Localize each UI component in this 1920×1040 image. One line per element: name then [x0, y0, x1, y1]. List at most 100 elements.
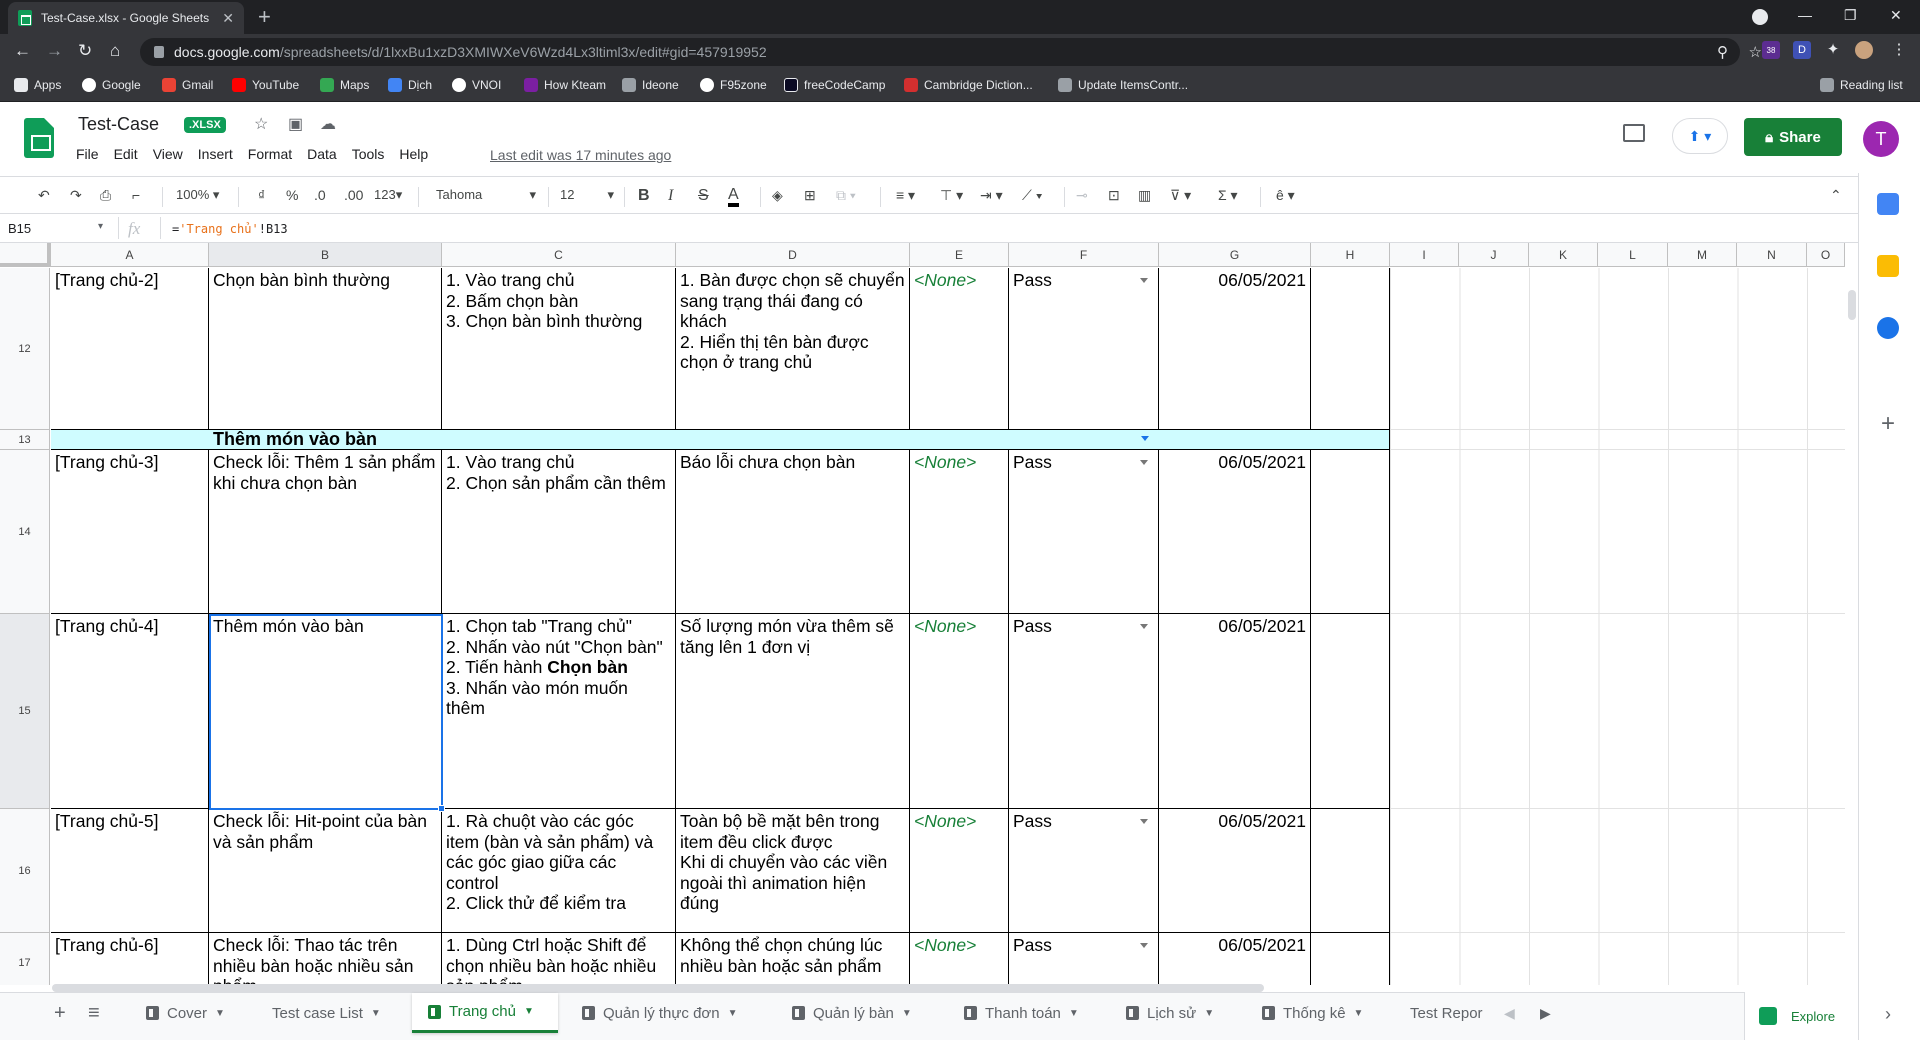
filter-icon[interactable]: ⊽ ▾ [1170, 187, 1191, 204]
new-tab-icon[interactable]: + [258, 4, 271, 30]
row-header-17[interactable]: 17 [0, 933, 50, 985]
extension-badge-icon[interactable]: 38 [1762, 41, 1780, 59]
cell-a14[interactable]: [Trang chủ-3] [51, 450, 209, 614]
cell-g14[interactable]: 06/05/2021 [1159, 450, 1311, 614]
column-header-e[interactable]: E [910, 243, 1009, 267]
menu-file[interactable]: File [76, 146, 99, 162]
bookmark-freecodecamp[interactable]: freeCodeCamp [784, 78, 885, 92]
cell-d15[interactable]: Số lượng món vừa thêm sẽ tăng lên 1 đơn … [676, 614, 910, 809]
all-sheets-icon[interactable]: ≡ [88, 1002, 100, 1025]
column-header-j[interactable]: J [1459, 243, 1529, 267]
cell-h12[interactable] [1311, 268, 1390, 430]
explore-button[interactable]: Explore [1744, 992, 1858, 1040]
bookmark-update-items[interactable]: Update ItemsContr... [1058, 78, 1188, 92]
percent-button[interactable]: % [286, 187, 298, 203]
last-edit-link[interactable]: Last edit was 17 minutes ago [490, 147, 671, 163]
extensions-puzzle-icon[interactable]: ✦ [1824, 41, 1842, 59]
reload-icon[interactable]: ↻ [78, 42, 92, 60]
column-header-l[interactable]: L [1598, 243, 1668, 267]
text-rotate-icon[interactable]: ⟋ ▾ [1022, 187, 1043, 204]
chrome-menu-icon[interactable]: ⋮ [1890, 41, 1908, 59]
select-all-corner[interactable] [0, 243, 51, 267]
text-wrap-icon[interactable]: ⇥ ▾ [980, 187, 1003, 204]
menu-tools[interactable]: Tools [352, 146, 385, 162]
strikethrough-button[interactable]: S [698, 187, 709, 205]
increase-decimal-button[interactable]: .00 [344, 187, 363, 203]
url-field[interactable]: docs.google.com/spreadsheets/d/1lxxBu1xz… [140, 38, 1762, 66]
cell-b12[interactable]: Chọn bàn bình thường [209, 268, 442, 430]
tab-menu-icon[interactable]: ▼ [902, 1008, 912, 1019]
text-color-button[interactable]: A [728, 187, 739, 207]
cell-f16-status[interactable]: Pass [1009, 809, 1159, 933]
row-header-16[interactable]: 16 [0, 809, 50, 933]
tab-menu-icon[interactable]: ▼ [728, 1008, 738, 1019]
tab-menu-icon[interactable]: ▼ [524, 1006, 534, 1017]
scroll-tabs-right-icon[interactable]: ▶ [1540, 1005, 1551, 1022]
bookmark-cambridge[interactable]: Cambridge Diction... [904, 78, 1033, 92]
name-box[interactable]: B15 ▾ [8, 221, 103, 236]
cell-f14-status[interactable]: Pass [1009, 450, 1159, 614]
present-button[interactable]: ⬆ ▾ [1672, 118, 1728, 154]
back-icon[interactable]: ← [14, 42, 31, 60]
cell-h14[interactable] [1311, 450, 1390, 614]
reading-list[interactable]: Reading list [1820, 78, 1903, 92]
profile-avatar-icon[interactable] [1855, 41, 1873, 59]
minimize-icon[interactable]: — [1798, 7, 1812, 23]
calendar-icon[interactable] [1877, 193, 1899, 215]
fill-color-icon[interactable]: ◈ [772, 187, 783, 204]
sheet-tab-thong-ke[interactable]: Thống kê ▼ [1248, 993, 1388, 1033]
italic-button[interactable]: I [668, 187, 673, 205]
print-icon[interactable]: ⎙ [100, 187, 111, 204]
cell-b15[interactable]: Thêm món vào bàn [209, 614, 442, 809]
bookmark-maps[interactable]: Maps [320, 78, 369, 92]
formula-input[interactable]: ='Trang chủ'!B13 [172, 222, 288, 236]
bookmark-star-icon[interactable]: ☆ [1749, 43, 1762, 61]
cell-e14[interactable]: <None> [910, 450, 1009, 614]
scroll-tabs-left-icon[interactable]: ◀ [1504, 1005, 1515, 1022]
cell-h16[interactable] [1311, 809, 1390, 933]
tab-menu-icon[interactable]: ▼ [371, 1008, 381, 1019]
bookmark-dich[interactable]: Dịch [388, 78, 432, 92]
cell-g12[interactable]: 06/05/2021 [1159, 268, 1311, 430]
tab-menu-icon[interactable]: ▼ [1204, 1008, 1214, 1019]
share-button[interactable]: 🔒︎ Share [1744, 118, 1842, 156]
tasks-icon[interactable] [1877, 317, 1899, 339]
row-header-15[interactable]: 15 [0, 614, 50, 809]
horizontal-scrollbar[interactable] [52, 984, 1264, 992]
cell-e15[interactable]: <None> [910, 614, 1009, 809]
column-header-a[interactable]: A [51, 243, 209, 267]
cell-f15-status[interactable]: Pass [1009, 614, 1159, 809]
bookmark-apps[interactable]: Apps [14, 78, 61, 92]
collapse-toolbar-icon[interactable]: ⌃ [1830, 187, 1842, 204]
undo-icon[interactable]: ↶ [38, 187, 50, 204]
column-header-m[interactable]: M [1668, 243, 1737, 267]
sheets-logo-icon[interactable] [24, 118, 54, 158]
fill-handle[interactable] [438, 805, 445, 812]
profile-menu-icon[interactable] [1752, 9, 1768, 25]
sheet-tab-trang-chu[interactable]: Trang chủ ▼ [412, 993, 558, 1033]
zoom-select[interactable]: 100% ▾ [176, 187, 219, 203]
add-sheet-icon[interactable]: + [54, 1002, 66, 1025]
bookmark-youtube[interactable]: YouTube [232, 78, 299, 92]
account-avatar[interactable]: T [1863, 121, 1899, 157]
merge-icon[interactable]: ⧉ ▾ [836, 187, 856, 204]
menu-help[interactable]: Help [399, 146, 428, 162]
bookmark-google[interactable]: Google [82, 78, 141, 92]
cell-f12-status[interactable]: Pass [1009, 268, 1159, 430]
link-icon[interactable]: ⊸ [1076, 187, 1088, 204]
bookmark-ideone[interactable]: Ideone [622, 78, 679, 92]
decrease-decimal-button[interactable]: .0 [314, 187, 326, 203]
menu-view[interactable]: View [153, 146, 183, 162]
cell-a17[interactable]: [Trang chủ-6] [51, 933, 209, 985]
number-format-select[interactable]: 123▾ [374, 187, 402, 203]
column-header-n[interactable]: N [1737, 243, 1807, 267]
insert-chart-icon[interactable]: ▥ [1138, 187, 1151, 204]
column-header-d[interactable]: D [676, 243, 910, 267]
window-close-icon[interactable]: ✕ [1890, 7, 1902, 24]
functions-icon[interactable]: Σ ▾ [1218, 187, 1238, 204]
column-header-f[interactable]: F [1009, 243, 1159, 267]
bold-button[interactable]: B [638, 187, 650, 205]
sheet-tab-test-case-list[interactable]: Test case List ▼ [258, 993, 406, 1033]
bookmark-vnoi[interactable]: VNOI [452, 78, 501, 92]
bookmark-kteam[interactable]: How Kteam [524, 78, 606, 92]
